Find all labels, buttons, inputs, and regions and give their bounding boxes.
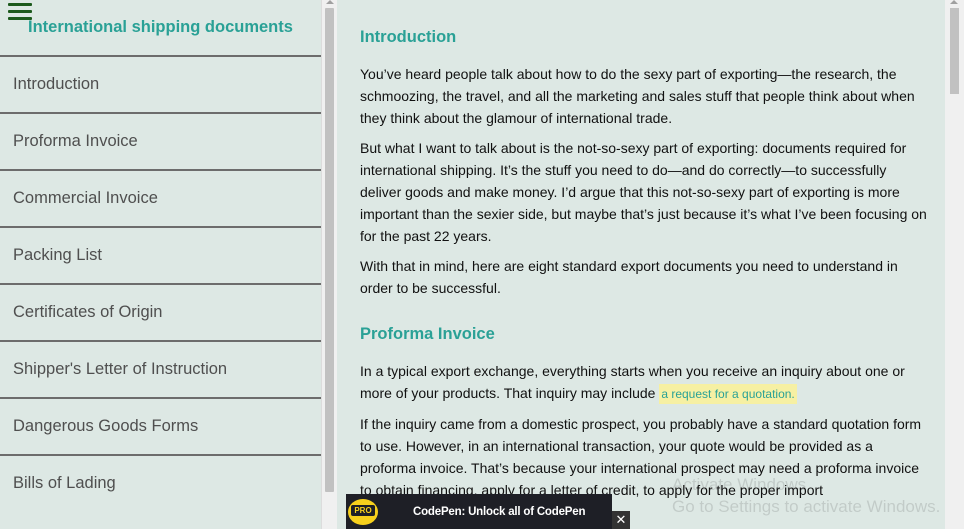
section-heading-proforma-invoice: Proforma Invoice [360,325,495,343]
section-heading-introduction: Introduction [360,28,457,46]
sidebar-scrollbar-thumb[interactable] [325,8,334,492]
scroll-up-arrow-icon[interactable] [326,0,334,4]
sidebar-scrollbar[interactable] [321,0,337,529]
pro-badge-label: PRO [351,505,375,516]
intro-paragraph-3: With that in mind, here are eight standa… [360,258,898,296]
proforma-paragraph-1: In a typical export exchange, everything… [360,360,928,405]
main-scrollbar[interactable] [945,0,964,529]
sidebar-item-shippers-letter[interactable]: Shipper's Letter of Instruction [0,340,321,397]
sidebar-item-bills-of-lading[interactable]: Bills of Lading [0,454,321,511]
sidebar-item-packing-list[interactable]: Packing List [0,226,321,283]
proforma-paragraph-2: If the inquiry came from a domestic pros… [360,416,922,498]
sidebar-item-introduction[interactable]: Introduction [0,55,321,112]
sidebar: International shipping documents Introdu… [0,0,321,529]
codepen-pro-badge-icon: PRO [348,499,378,525]
promo-text[interactable]: CodePen: Unlock all of CodePen [413,506,585,518]
close-icon[interactable]: ✕ [612,511,630,529]
intro-paragraph-1: You’ve heard people talk about how to do… [360,66,915,126]
sidebar-title: International shipping documents [28,18,293,36]
quotation-request-link[interactable]: a request for a quotation. [659,384,797,404]
hamburger-menu-icon[interactable] [8,1,32,23]
sidebar-item-certificates-of-origin[interactable]: Certificates of Origin [0,283,321,340]
sidebar-item-proforma-invoice[interactable]: Proforma Invoice [0,112,321,169]
sidebar-item-commercial-invoice[interactable]: Commercial Invoice [0,169,321,226]
main-content: Introduction You’ve heard people talk ab… [337,0,945,529]
scroll-up-arrow-icon[interactable] [950,0,958,4]
intro-paragraph-2: But what I want to talk about is the not… [360,140,927,244]
sidebar-nav: Introduction Proforma Invoice Commercial… [0,55,321,511]
proforma-paragraph-1-text: In a typical export exchange, everything… [360,363,905,401]
main-scrollbar-thumb[interactable] [950,8,959,94]
sidebar-item-dangerous-goods[interactable]: Dangerous Goods Forms [0,397,321,454]
codepen-promo-banner[interactable]: PRO CodePen: Unlock all of CodePen [346,494,612,529]
